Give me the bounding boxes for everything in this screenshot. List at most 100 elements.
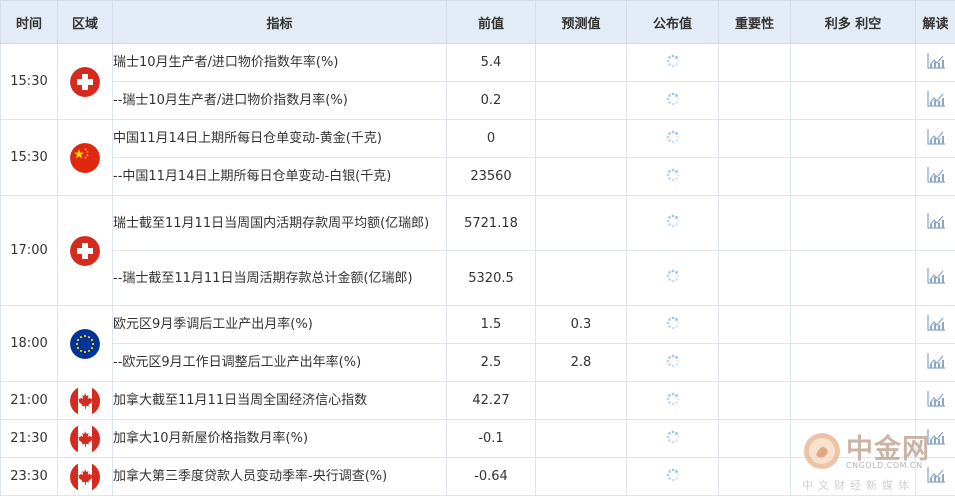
importance-cell [718,305,791,344]
region-cell [57,305,113,382]
actual-value-loading [626,419,719,458]
loading-spinner-icon [666,269,679,283]
previous-value: 0 [446,119,536,158]
importance-cell [718,250,791,306]
event-time: 18:00 [0,305,58,382]
event-time: 21:30 [0,419,58,458]
actual-value-loading [626,250,719,306]
region-cell [57,43,113,120]
eu-flag-icon [70,328,100,359]
col-forecast-header: 预测值 [535,0,627,44]
actual-value-loading [626,381,719,420]
table-row: 17:00 瑞士截至11月11日当周国内活期存款周平均额(亿瑞郎) 5721.18 [0,195,955,306]
chart-analysis-icon[interactable] [926,128,946,146]
table-row: --欧元区9月工作日调整后工业产出年率(%) 2.5 2.8 [1,343,955,382]
importance-cell [718,419,791,458]
effect-cell [790,381,916,420]
importance-cell [718,81,791,120]
importance-cell [718,195,791,251]
loading-spinner-icon [666,468,679,481]
indicator-name: --瑞士10月生产者/进口物价指数月率(%) [112,81,447,120]
effect-cell [790,157,916,196]
importance-cell [718,119,791,158]
indicator-name: 瑞士截至11月11日当周国内活期存款周平均额(亿瑞郎) [112,195,447,251]
table-row: 21:30 加拿大10月新屋价格指数月率(%) -0.1 [0,419,955,458]
col-time-header: 时间 [0,0,58,44]
effect-cell [790,457,916,496]
region-cell [57,195,113,306]
canada-flag-icon [70,461,100,492]
table-row: 15:30 中国11月14日上期所每日仓单变动-黄金(千克) 0 [0,119,955,196]
chart-analysis-icon[interactable] [926,390,946,408]
indicator-name: 加拿大10月新屋价格指数月率(%) [112,419,447,458]
table-row: 23:30 加拿大第三季度贷款人员变动季率-央行调查(%) -0.64 [0,457,955,496]
analysis-cell[interactable] [915,157,955,196]
previous-value: 5.4 [446,43,536,82]
swiss-flag-icon [70,66,100,97]
previous-value: -0.64 [446,457,536,496]
event-time: 17:00 [0,195,58,306]
chart-analysis-icon[interactable] [926,166,946,184]
col-actual-header: 公布值 [626,0,719,44]
forecast-value [535,195,627,251]
table-row: 21:00 加拿大截至11月11日当周全国经济信心指数 42.27 [0,381,955,420]
importance-cell [718,381,791,420]
actual-value-loading [626,81,719,120]
previous-value: 1.5 [446,305,536,344]
analysis-cell[interactable] [915,81,955,120]
event-time: 15:30 [0,119,58,196]
table-row: 18:00 欧元区9月季调后工业产出月率(%) 1.5 0.3 [0,305,955,382]
indicator-name: 加拿大第三季度贷款人员变动季率-央行调查(%) [112,457,447,496]
loading-spinner-icon [666,392,679,405]
indicator-name: --瑞士截至11月11日当周活期存款总计金额(亿瑞郎) [112,250,447,306]
chart-analysis-icon[interactable] [926,267,946,285]
indicator-name: 加拿大截至11月11日当周全国经济信心指数 [112,381,447,420]
swiss-flag-icon [70,235,100,266]
actual-value-loading [626,119,719,158]
chart-analysis-icon[interactable] [926,90,946,108]
china-flag-icon [70,142,100,173]
col-effect-header: 利多 利空 [790,0,916,44]
chart-analysis-icon[interactable] [926,352,946,370]
loading-spinner-icon [666,168,679,181]
analysis-cell[interactable] [915,343,955,382]
loading-spinner-icon [666,354,679,367]
forecast-value: 2.8 [535,343,627,382]
forecast-value [535,81,627,120]
effect-cell [790,195,916,251]
chart-analysis-icon[interactable] [926,428,946,446]
analysis-cell[interactable] [915,250,955,306]
economic-calendar-table: 时间 区域 指标 前值 预测值 公布值 重要性 利多 利空 解读 15:30 瑞士… [0,0,955,496]
analysis-cell[interactable] [915,195,955,251]
indicator-name: 中国11月14日上期所每日仓单变动-黄金(千克) [112,119,447,158]
actual-value-loading [626,457,719,496]
forecast-value [535,381,627,420]
actual-value-loading [626,305,719,344]
analysis-cell[interactable] [915,419,955,458]
col-importance-header: 重要性 [718,0,791,44]
previous-value: 2.5 [446,343,536,382]
analysis-cell[interactable] [915,457,955,496]
analysis-cell[interactable] [915,305,955,344]
col-indicator-header: 指标 [112,0,447,44]
chart-analysis-icon[interactable] [926,466,946,484]
chart-analysis-icon[interactable] [926,52,946,70]
loading-spinner-icon [666,130,679,143]
col-region-header: 区域 [57,0,113,44]
actual-value-loading [626,343,719,382]
importance-cell [718,457,791,496]
table-row: 15:30 瑞士10月生产者/进口物价指数年率(%) 5.4 [0,43,955,120]
loading-spinner-icon [666,316,679,329]
actual-value-loading [626,157,719,196]
chart-analysis-icon[interactable] [926,314,946,332]
indicator-name: 瑞士10月生产者/进口物价指数年率(%) [112,43,447,82]
canada-flag-icon [70,385,100,416]
col-analysis-header: 解读 [915,0,955,44]
canada-flag-icon [70,423,100,454]
chart-analysis-icon[interactable] [926,212,946,230]
region-cell [57,119,113,196]
analysis-cell[interactable] [915,43,955,82]
analysis-cell[interactable] [915,119,955,158]
effect-cell [790,119,916,158]
analysis-cell[interactable] [915,381,955,420]
